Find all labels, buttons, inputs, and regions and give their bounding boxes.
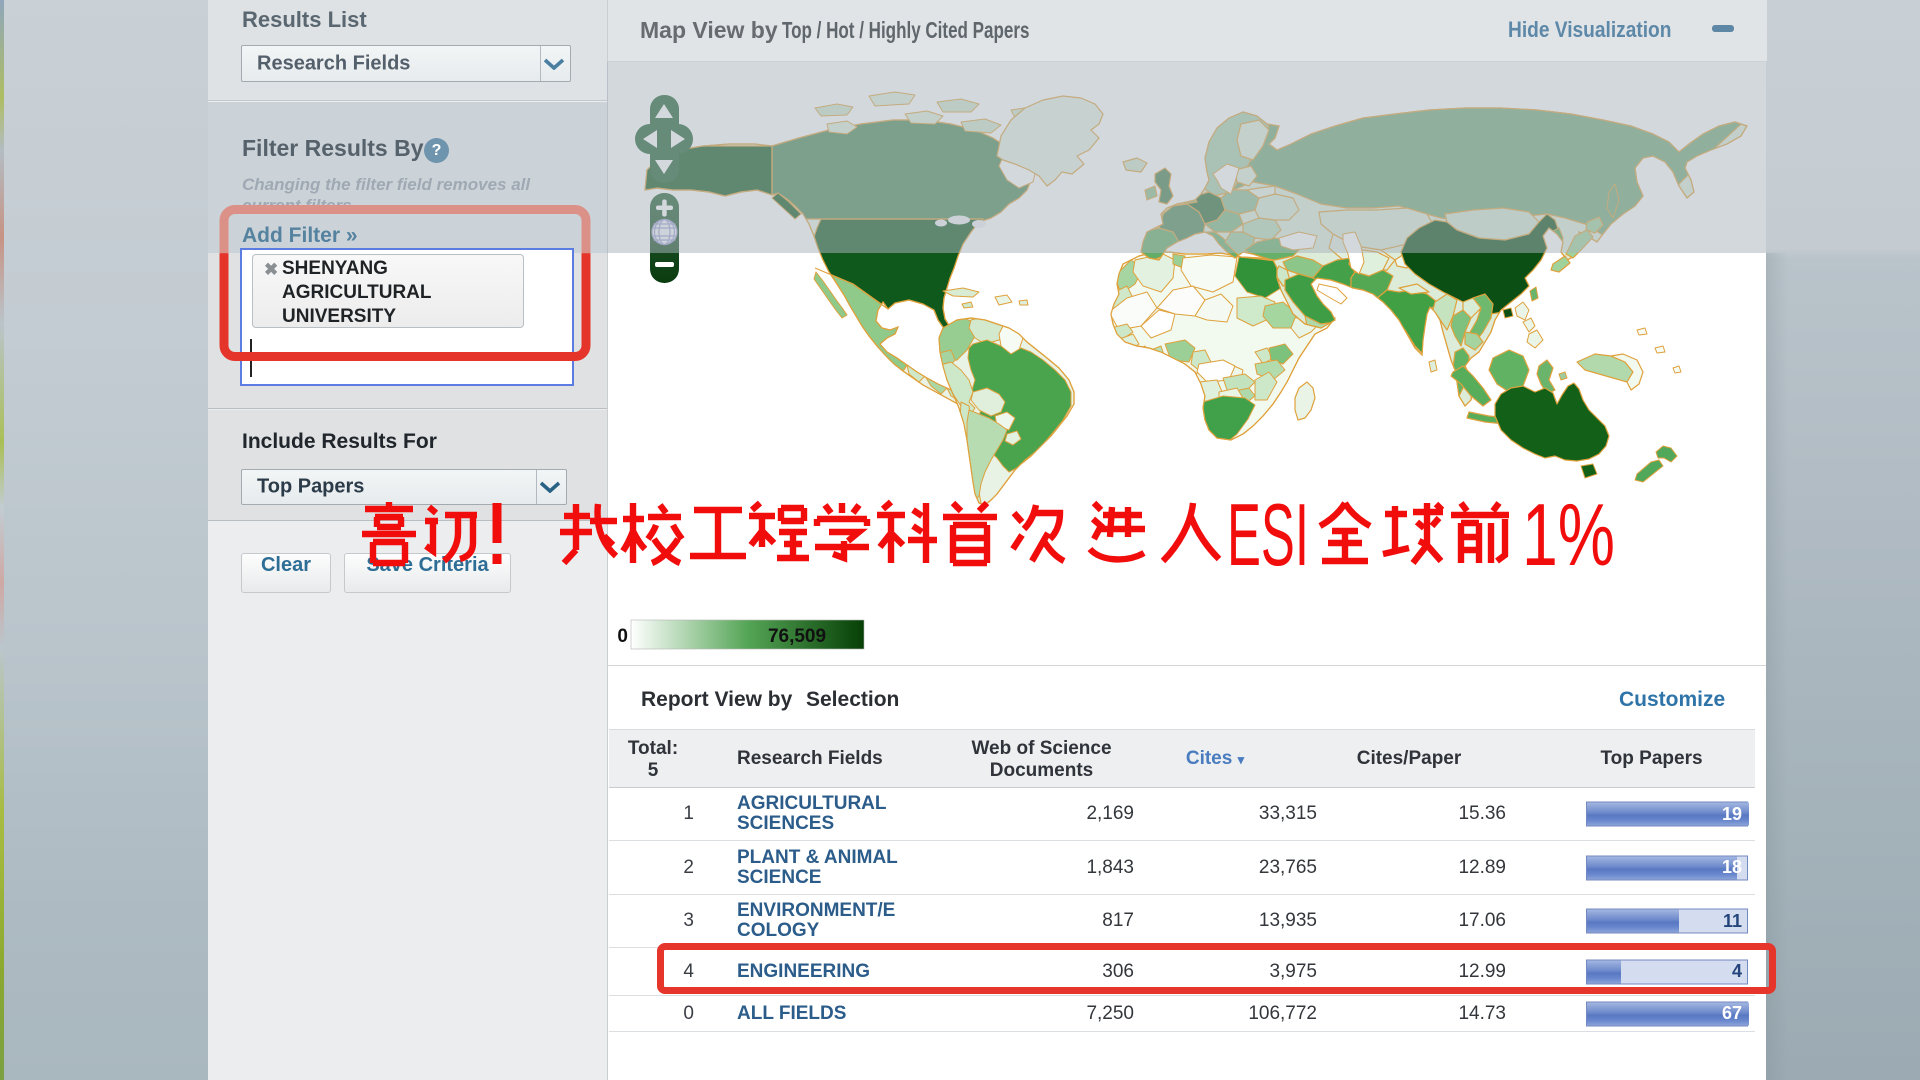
svg-text:76,509: 76,509 [768,626,826,647]
svg-text:1%: 1% [1522,488,1615,580]
svg-text:0: 0 [617,626,628,647]
svg-text:ESI: ESI [1227,488,1309,580]
